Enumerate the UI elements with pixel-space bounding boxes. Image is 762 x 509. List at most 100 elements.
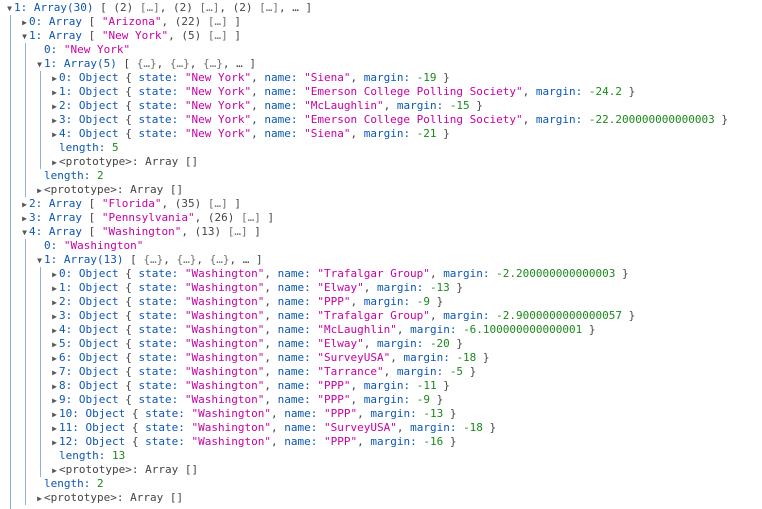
tree-row[interactable]: ▶ 4: Object { state: "New York", name: "S… bbox=[50, 127, 450, 141]
expanded-triangle-icon[interactable]: ▼ bbox=[5, 2, 14, 16]
collapsed-triangle-icon[interactable]: ▶ bbox=[20, 198, 29, 212]
collapsed-triangle-icon[interactable]: ▶ bbox=[50, 156, 59, 170]
collapsed-triangle-icon[interactable]: ▶ bbox=[20, 212, 29, 226]
token: 2: bbox=[59, 99, 79, 112]
tree-row[interactable]: ▼ 1: Array [ "New York", (5) […] ] bbox=[20, 29, 241, 43]
token: state: bbox=[138, 267, 185, 280]
collapsed-triangle-icon[interactable]: ▶ bbox=[50, 366, 59, 380]
tree-row[interactable]: ▶ 5: Object { state: "Washington", name: … bbox=[50, 337, 463, 351]
tree-row[interactable]: ▶ <prototype>: Array [] bbox=[35, 183, 183, 197]
tree-row[interactable]: ▼ 1: Array(5) [ {…}, {…}, {…}, … ] bbox=[35, 57, 256, 71]
tree-row[interactable]: ▶ <prototype>: Array [] bbox=[35, 491, 183, 505]
token: 1: bbox=[44, 57, 64, 70]
collapsed-triangle-icon[interactable]: ▶ bbox=[50, 86, 59, 100]
tree-row[interactable]: ▶ 9: Object { state: "Washington", name: … bbox=[50, 393, 443, 407]
tree-row[interactable]: ▶ 10: Object { state: "Washington", name:… bbox=[50, 407, 456, 421]
collapsed-triangle-icon[interactable]: ▶ bbox=[50, 436, 59, 450]
token: -6.100000000000001 bbox=[463, 323, 583, 336]
token: ] bbox=[227, 15, 241, 28]
collapsed-triangle-icon[interactable]: ▶ bbox=[50, 464, 59, 478]
token: , bbox=[264, 337, 278, 350]
console-object-tree: ▼ 1: Array(30) [ (2) […], (2) […], (2) […… bbox=[0, 0, 762, 509]
token: , bbox=[350, 127, 364, 140]
tree-row[interactable]: ▶ 7: Object { state: "Washington", name: … bbox=[50, 365, 476, 379]
collapsed-triangle-icon[interactable]: ▶ bbox=[50, 114, 59, 128]
token: name: bbox=[277, 281, 318, 294]
token: state: bbox=[138, 127, 185, 140]
collapsed-triangle-icon[interactable]: ▶ bbox=[50, 296, 59, 310]
tree-row[interactable]: ▶ 3: Object { state: "Washington", name: … bbox=[50, 309, 635, 323]
tree-row[interactable]: ▶ 8: Object { state: "Washington", name: … bbox=[50, 379, 450, 393]
token: 3: bbox=[59, 113, 79, 126]
tree-row[interactable]: ▶ 0: Object { state: "Washington", name: … bbox=[50, 267, 629, 281]
tree-row[interactable]: ▶ 0: Array [ "Arizona", (22) […] ] bbox=[20, 15, 241, 29]
collapsed-triangle-icon[interactable]: ▶ bbox=[50, 324, 59, 338]
token: , … ] bbox=[222, 57, 256, 70]
tree-row[interactable]: ▶ <prototype>: Array [] bbox=[50, 155, 198, 169]
collapsed-triangle-icon[interactable]: ▶ bbox=[50, 268, 59, 282]
tree-row[interactable]: ▶ 4: Object { state: "Washington", name: … bbox=[50, 323, 595, 338]
tree-row[interactable]: ▶ 2: Array [ "Florida", (35) […] ] bbox=[20, 197, 241, 211]
token: , bbox=[350, 379, 364, 392]
tree-row[interactable]: ▶ 2: Object { state: "Washington", name: … bbox=[50, 295, 443, 309]
collapsed-triangle-icon[interactable]: ▶ bbox=[50, 128, 59, 142]
token: } bbox=[622, 85, 636, 98]
collapsed-triangle-icon[interactable]: ▶ bbox=[50, 72, 59, 86]
token: Object bbox=[78, 379, 119, 392]
token: , bbox=[264, 267, 278, 280]
tree-row[interactable]: ▶ 0: Object { state: "New York", name: "S… bbox=[50, 71, 450, 85]
token: { bbox=[125, 407, 146, 420]
token: -9 bbox=[416, 393, 430, 406]
token: margin: bbox=[396, 365, 450, 378]
tree-row[interactable]: ▶ 3: Object { state: "New York", name: "E… bbox=[50, 113, 728, 127]
expanded-triangle-icon[interactable]: ▼ bbox=[35, 254, 44, 268]
collapsed-triangle-icon[interactable]: ▶ bbox=[50, 282, 59, 296]
tree-row[interactable]: ▶ 3: Array [ "Pennsylvania", (26) […] ] bbox=[20, 211, 274, 225]
expanded-triangle-icon[interactable]: ▼ bbox=[20, 30, 29, 44]
collapsed-triangle-icon[interactable]: ▶ bbox=[50, 352, 59, 366]
token: } bbox=[449, 281, 464, 294]
token: state: bbox=[138, 337, 185, 350]
tree-row[interactable]: ▼ 1: Array(13) [ {…}, {…}, {…}, … ] bbox=[35, 253, 263, 267]
expanded-triangle-icon[interactable]: ▼ bbox=[35, 58, 44, 72]
token: Object bbox=[85, 421, 126, 434]
tree-row[interactable]: ▶ <prototype>: Array [] bbox=[50, 463, 198, 477]
token: margin: bbox=[403, 351, 457, 364]
collapsed-triangle-icon[interactable]: ▶ bbox=[50, 338, 59, 352]
token: state: bbox=[145, 407, 192, 420]
token: -20 bbox=[429, 337, 450, 350]
token: { bbox=[118, 99, 139, 112]
collapsed-triangle-icon[interactable]: ▶ bbox=[35, 492, 44, 506]
token: , bbox=[163, 253, 177, 266]
collapsed-triangle-icon[interactable]: ▶ bbox=[50, 310, 59, 324]
token: -18 bbox=[456, 351, 477, 364]
token: { bbox=[118, 393, 139, 406]
expanded-triangle-icon[interactable]: ▼ bbox=[20, 226, 29, 240]
tree-row[interactable]: ▶ 6: Object { state: "Washington", name: … bbox=[50, 351, 489, 366]
token: state: bbox=[138, 309, 185, 322]
tree-row[interactable]: ▼ 4: Array [ "Washington", (13) […] ] bbox=[20, 225, 261, 239]
tree-row[interactable]: ▶ 12: Object { state: "Washington", name:… bbox=[50, 435, 456, 449]
token: } bbox=[443, 407, 457, 420]
token: name: bbox=[277, 309, 318, 322]
token: 4: bbox=[59, 127, 79, 140]
token: "PPP" bbox=[323, 407, 358, 420]
collapsed-triangle-icon[interactable]: ▶ bbox=[50, 380, 59, 394]
tree-row[interactable]: ▼ 1: Array(30) [ (2) […], (2) […], (2) […… bbox=[5, 1, 312, 15]
tree-row[interactable]: ▶ 2: Object { state: "New York", name: "M… bbox=[50, 99, 483, 113]
collapsed-triangle-icon[interactable]: ▶ bbox=[20, 16, 29, 30]
token: margin: bbox=[376, 337, 430, 350]
collapsed-triangle-icon[interactable]: ▶ bbox=[50, 408, 59, 422]
collapsed-triangle-icon[interactable]: ▶ bbox=[50, 422, 59, 436]
tree-row[interactable]: ▶ 11: Object { state: "Washington", name:… bbox=[50, 421, 496, 435]
token: "Washington" bbox=[184, 393, 265, 406]
token: state: bbox=[138, 351, 185, 364]
collapsed-triangle-icon[interactable]: ▶ bbox=[50, 394, 59, 408]
token: "New York" bbox=[184, 99, 252, 112]
collapsed-triangle-icon[interactable]: ▶ bbox=[50, 100, 59, 114]
tree-row[interactable]: ▶ 1: Object { state: "Washington", name: … bbox=[50, 281, 463, 295]
token: , bbox=[383, 99, 397, 112]
collapsed-triangle-icon[interactable]: ▶ bbox=[35, 184, 44, 198]
tree-row[interactable]: ▶ 1: Object { state: "New York", name: "E… bbox=[50, 85, 635, 99]
token: name: bbox=[277, 379, 318, 392]
